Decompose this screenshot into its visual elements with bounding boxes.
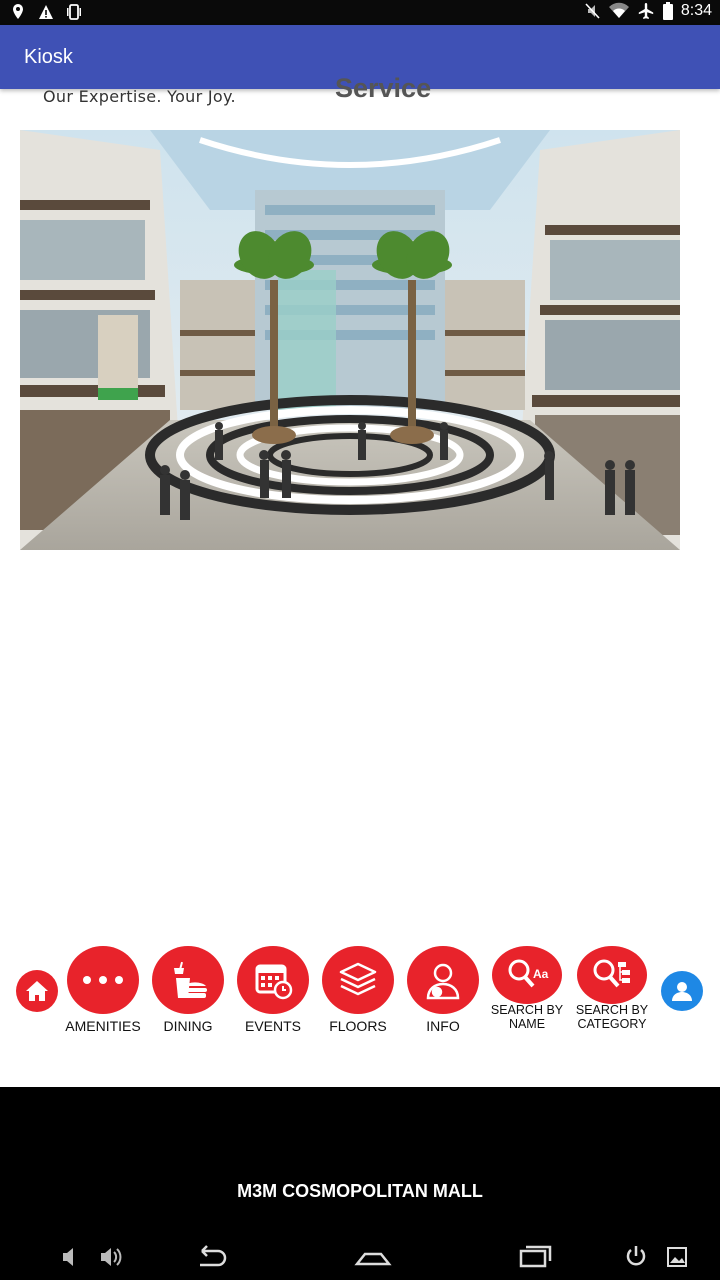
clock: 8:34 (680, 2, 712, 19)
mute-icon (585, 3, 600, 19)
nav-search-by-category[interactable]: SEARCH BY CATEGORY (570, 946, 654, 1031)
system-nav-bar (0, 1240, 720, 1274)
home-button[interactable] (16, 970, 58, 1012)
warning-icon (39, 5, 53, 19)
wifi-icon (608, 2, 629, 18)
info-person-icon (407, 946, 479, 1014)
home-nav-icon[interactable] (353, 1240, 393, 1274)
svg-text:Aa: Aa (533, 967, 549, 981)
nav-events[interactable]: EVENTS (232, 946, 314, 1034)
banner-tagline: Our Expertise. Your Joy. (43, 87, 236, 106)
back-icon[interactable] (192, 1240, 228, 1274)
battery-icon (662, 2, 673, 20)
mall-name: M3M COSMOPOLITAN MALL (237, 1181, 483, 1201)
app-title: Kiosk (24, 46, 73, 68)
home-icon (26, 981, 48, 1001)
food-icon (152, 946, 224, 1014)
nav-info[interactable]: INFO (402, 946, 484, 1034)
status-bar: 8:34 (0, 0, 720, 25)
search-category-icon (577, 946, 647, 1004)
screenshot-icon[interactable] (666, 1240, 688, 1274)
power-icon[interactable] (624, 1240, 648, 1274)
nav-search-by-name-label: SEARCH BY NAME (490, 1003, 564, 1031)
search-name-icon: Aa (492, 946, 562, 1004)
mall-atrium-image (20, 130, 680, 550)
user-button[interactable] (661, 971, 703, 1011)
location-icon (13, 4, 23, 19)
dots-icon (67, 946, 139, 1014)
volume-up-icon[interactable] (98, 1240, 124, 1274)
calendar-icon (237, 946, 309, 1014)
nav-floors-label: FLOORS (329, 1018, 387, 1034)
vibrate-icon (67, 4, 81, 20)
nav-dining[interactable]: DINING (147, 946, 229, 1034)
volume-down-icon[interactable] (60, 1240, 80, 1274)
nav-dining-label: DINING (163, 1018, 213, 1034)
nav-info-label: INFO (426, 1018, 460, 1034)
nav-search-by-name[interactable]: Aa SEARCH BY NAME (485, 946, 569, 1031)
nav-floors[interactable]: FLOORS (317, 946, 399, 1034)
recents-icon[interactable] (517, 1240, 555, 1274)
layers-icon (322, 946, 394, 1014)
nav-search-by-category-label: SEARCH BY CATEGORY (575, 1003, 649, 1031)
nav-events-label: EVENTS (244, 1018, 301, 1034)
user-icon (672, 982, 692, 1001)
nav-amenities[interactable]: AMENITIES (62, 946, 144, 1034)
airplane-icon (638, 3, 654, 19)
banner-heading: Service (335, 73, 432, 103)
nav-amenities-label: AMENITIES (65, 1018, 141, 1034)
